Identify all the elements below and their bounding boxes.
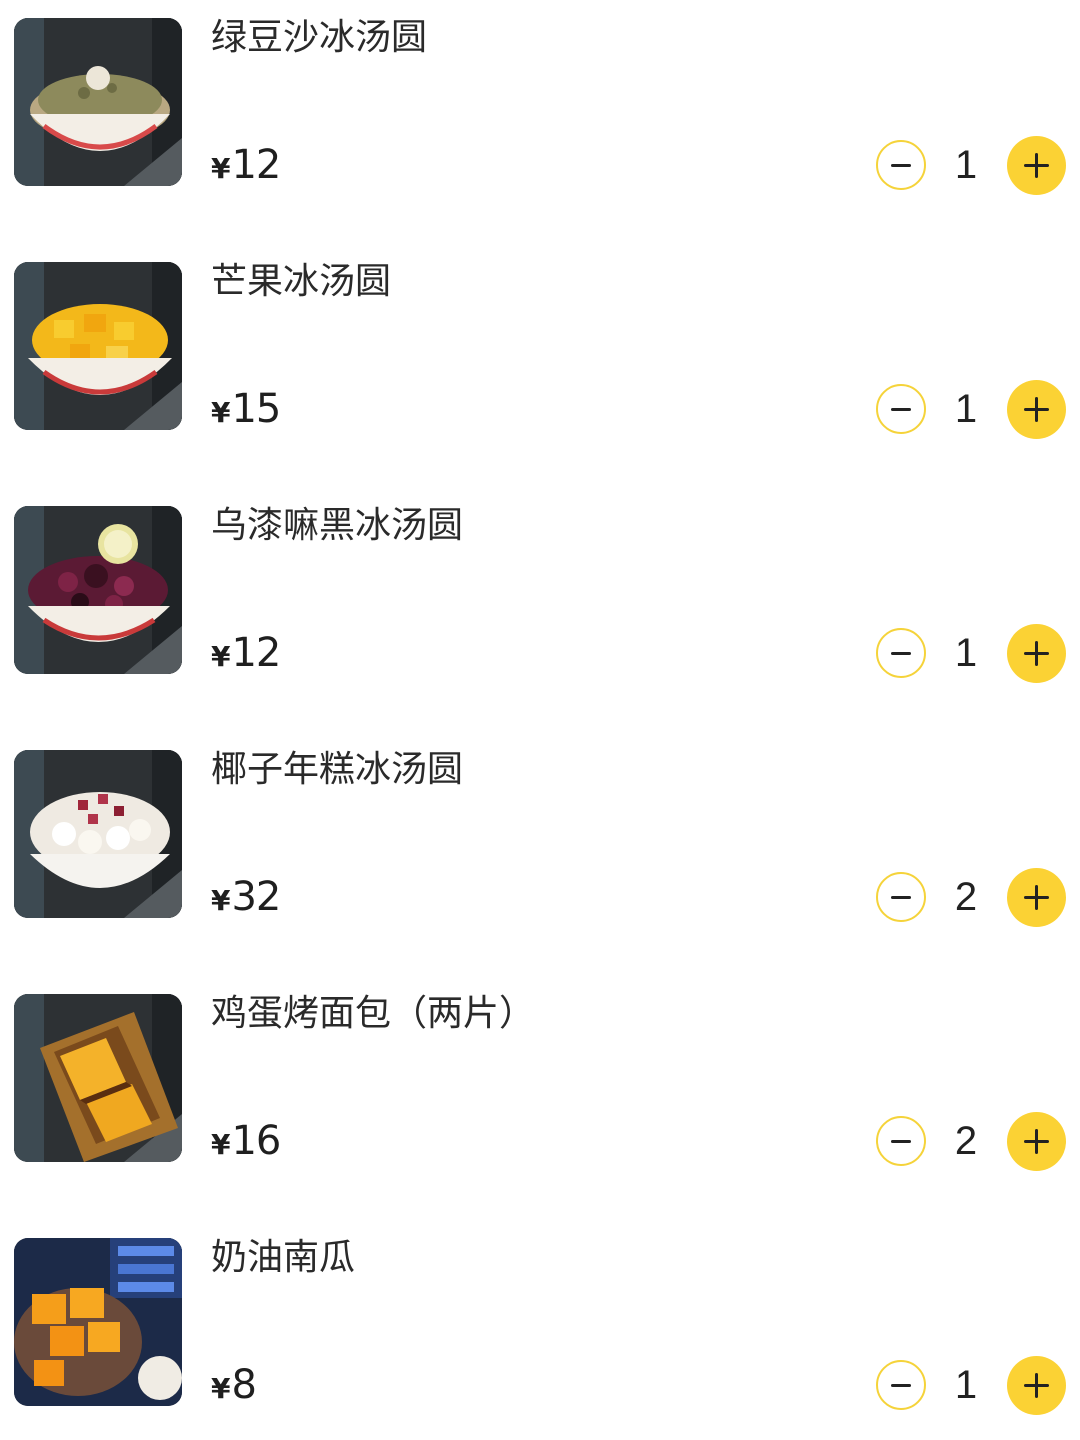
product-name: 乌漆嘛黑冰汤圆 [211, 505, 464, 546]
quantity-value: 1 [954, 1363, 978, 1407]
plus-icon[interactable] [1007, 624, 1066, 683]
quantity-stepper: 1 [876, 624, 1068, 685]
product-price: ¥8 [211, 1360, 257, 1410]
product-image[interactable] [14, 1238, 182, 1406]
quantity-value: 1 [954, 387, 978, 431]
currency-symbol: ¥ [211, 640, 231, 673]
product-price: ¥12 [211, 628, 281, 678]
black-sesame-dessert-icon [14, 506, 182, 674]
price-amount: 32 [231, 874, 281, 920]
cart-item[interactable]: 绿豆沙冰汤圆 ¥12 1 [0, 0, 1080, 195]
cart-item[interactable]: 鸡蛋烤面包（两片） ¥16 2 [0, 976, 1080, 1171]
product-name: 椰子年糕冰汤圆 [211, 749, 464, 790]
minus-icon[interactable] [876, 384, 926, 434]
plus-icon[interactable] [1007, 868, 1066, 927]
product-name: 鸡蛋烤面包（两片） [211, 993, 536, 1034]
cart-item[interactable]: 芒果冰汤圆 ¥15 1 [0, 244, 1080, 439]
cream-pumpkin-icon [14, 1238, 182, 1406]
minus-icon[interactable] [876, 872, 926, 922]
cart-item[interactable]: 乌漆嘛黑冰汤圆 ¥12 1 [0, 488, 1080, 683]
plus-icon[interactable] [1007, 136, 1066, 195]
product-image[interactable] [14, 262, 182, 430]
product-name: 绿豆沙冰汤圆 [211, 17, 428, 58]
plus-icon[interactable] [1007, 380, 1066, 439]
product-name: 奶油南瓜 [211, 1237, 356, 1278]
coconut-rice-cake-dessert-icon [14, 750, 182, 918]
plus-icon[interactable] [1007, 1112, 1066, 1171]
price-amount: 12 [231, 630, 281, 676]
price-amount: 12 [231, 142, 281, 188]
currency-symbol: ¥ [211, 152, 231, 185]
quantity-value: 2 [954, 1119, 978, 1163]
currency-symbol: ¥ [211, 1372, 231, 1405]
product-image[interactable] [14, 750, 182, 918]
currency-symbol: ¥ [211, 884, 231, 917]
quantity-stepper: 1 [876, 1356, 1068, 1417]
product-price: ¥32 [211, 872, 281, 922]
cart-item[interactable]: 奶油南瓜 ¥8 1 [0, 1220, 1080, 1415]
cart-item[interactable]: 椰子年糕冰汤圆 ¥32 2 [0, 732, 1080, 927]
product-image[interactable] [14, 994, 182, 1162]
minus-icon[interactable] [876, 140, 926, 190]
price-amount: 15 [231, 386, 281, 432]
mango-dessert-icon [14, 262, 182, 430]
quantity-stepper: 1 [876, 136, 1068, 197]
currency-symbol: ¥ [211, 1128, 231, 1161]
quantity-value: 2 [954, 875, 978, 919]
quantity-stepper: 2 [876, 1112, 1068, 1173]
product-price: ¥15 [211, 384, 281, 434]
currency-symbol: ¥ [211, 396, 231, 429]
minus-icon[interactable] [876, 1360, 926, 1410]
product-image[interactable] [14, 18, 182, 186]
mung-bean-dessert-icon [14, 18, 182, 186]
price-amount: 8 [231, 1362, 256, 1408]
product-price: ¥16 [211, 1116, 281, 1166]
cart-item-list: 绿豆沙冰汤圆 ¥12 1 芒果冰汤圆 ¥15 1 乌漆嘛黑冰汤圆 ¥12 1 椰… [0, 0, 1080, 1440]
quantity-stepper: 2 [876, 868, 1068, 929]
product-image[interactable] [14, 506, 182, 674]
minus-icon[interactable] [876, 1116, 926, 1166]
quantity-value: 1 [954, 631, 978, 675]
plus-icon[interactable] [1007, 1356, 1066, 1415]
price-amount: 16 [231, 1118, 281, 1164]
quantity-stepper: 1 [876, 380, 1068, 441]
product-price: ¥12 [211, 140, 281, 190]
minus-icon[interactable] [876, 628, 926, 678]
product-name: 芒果冰汤圆 [211, 261, 392, 302]
quantity-value: 1 [954, 143, 978, 187]
egg-toast-icon [14, 994, 182, 1162]
